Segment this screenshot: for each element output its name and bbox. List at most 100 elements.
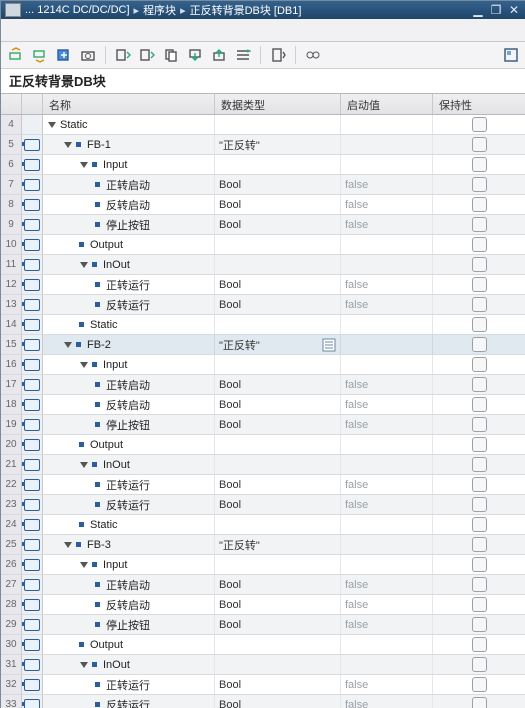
type-cell[interactable]: Bool — [215, 175, 341, 194]
retain-cell[interactable] — [433, 595, 525, 614]
retain-checkbox[interactable] — [472, 417, 487, 432]
retain-cell[interactable] — [433, 335, 525, 354]
retain-checkbox[interactable] — [472, 137, 487, 152]
init-cell[interactable] — [341, 655, 433, 674]
row-number[interactable]: 29 — [1, 615, 22, 634]
type-cell[interactable] — [215, 155, 341, 174]
name-cell[interactable]: InOut — [43, 455, 215, 474]
table-body[interactable]: 4Static5FB-1"正反转"6Input7正转启动Boolfalse8反转… — [1, 115, 525, 708]
init-cell[interactable] — [341, 355, 433, 374]
type-cell[interactable] — [215, 355, 341, 374]
table-row[interactable]: 15FB-2"正反转" — [1, 335, 525, 355]
init-cell[interactable] — [341, 515, 433, 534]
type-cell[interactable]: Bool — [215, 575, 341, 594]
row-number[interactable]: 8 — [1, 195, 22, 214]
table-row[interactable]: 5FB-1"正反转" — [1, 135, 525, 155]
table-row[interactable]: 31InOut — [1, 655, 525, 675]
type-cell[interactable]: "正反转" — [215, 335, 341, 354]
close-button[interactable]: ✕ — [506, 2, 522, 18]
row-number[interactable]: 10 — [1, 235, 22, 254]
name-cell[interactable]: FB-1 — [43, 135, 215, 154]
table-row[interactable]: 12正转运行Boolfalse — [1, 275, 525, 295]
init-cell[interactable]: false — [341, 295, 433, 314]
add-row-button[interactable] — [31, 46, 49, 64]
name-cell[interactable]: 停止按钮 — [43, 415, 215, 434]
retain-cell[interactable] — [433, 415, 525, 434]
type-picker-icon[interactable] — [322, 338, 336, 352]
name-cell[interactable]: 反转启动 — [43, 595, 215, 614]
expander-icon[interactable] — [63, 540, 73, 550]
type-cell[interactable]: "正反转" — [215, 135, 341, 154]
expander-icon[interactable] — [79, 660, 89, 670]
retain-checkbox[interactable] — [472, 177, 487, 192]
retain-checkbox[interactable] — [472, 457, 487, 472]
name-cell[interactable]: Input — [43, 555, 215, 574]
init-cell[interactable]: false — [341, 215, 433, 234]
expander-icon[interactable] — [79, 560, 89, 570]
retain-cell[interactable] — [433, 475, 525, 494]
minimize-button[interactable]: ▁ — [470, 2, 486, 18]
retain-checkbox[interactable] — [472, 497, 487, 512]
type-cell[interactable]: Bool — [215, 395, 341, 414]
retain-cell[interactable] — [433, 175, 525, 194]
table-row[interactable]: 22正转运行Boolfalse — [1, 475, 525, 495]
name-cell[interactable]: 停止按钮 — [43, 615, 215, 634]
expander-icon[interactable] — [79, 260, 89, 270]
init-cell[interactable]: false — [341, 415, 433, 434]
init-cell[interactable] — [341, 335, 433, 354]
table-row[interactable]: 19停止按钮Boolfalse — [1, 415, 525, 435]
init-cell[interactable] — [341, 155, 433, 174]
row-number[interactable]: 16 — [1, 355, 22, 374]
retain-checkbox[interactable] — [472, 517, 487, 532]
retain-cell[interactable] — [433, 675, 525, 694]
row-number[interactable]: 27 — [1, 575, 22, 594]
init-cell[interactable]: false — [341, 695, 433, 708]
retain-cell[interactable] — [433, 515, 525, 534]
monitor-button[interactable] — [304, 46, 322, 64]
init-cell[interactable]: false — [341, 175, 433, 194]
expander-icon[interactable] — [63, 140, 73, 150]
row-number[interactable]: 20 — [1, 435, 22, 454]
init-cell[interactable] — [341, 135, 433, 154]
download-button[interactable] — [186, 46, 204, 64]
titlebar-block[interactable]: 正反转背景DB块 [DB1] — [190, 2, 302, 18]
table-row[interactable]: 32正转运行Boolfalse — [1, 675, 525, 695]
type-cell[interactable]: Bool — [215, 375, 341, 394]
retain-cell[interactable] — [433, 315, 525, 334]
type-cell[interactable]: Bool — [215, 595, 341, 614]
titlebar-group[interactable]: 程序块 — [143, 2, 176, 18]
name-cell[interactable]: Static — [43, 515, 215, 534]
name-cell[interactable]: InOut — [43, 255, 215, 274]
name-cell[interactable]: Output — [43, 235, 215, 254]
retain-checkbox[interactable] — [472, 577, 487, 592]
row-number[interactable]: 32 — [1, 675, 22, 694]
retain-checkbox[interactable] — [472, 537, 487, 552]
type-cell[interactable] — [215, 435, 341, 454]
retain-checkbox[interactable] — [472, 257, 487, 272]
init-cell[interactable] — [341, 555, 433, 574]
name-cell[interactable]: 正转启动 — [43, 575, 215, 594]
row-number[interactable]: 24 — [1, 515, 22, 534]
row-number[interactable]: 7 — [1, 175, 22, 194]
name-cell[interactable]: Output — [43, 635, 215, 654]
type-cell[interactable] — [215, 315, 341, 334]
type-cell[interactable] — [215, 515, 341, 534]
retain-cell[interactable] — [433, 235, 525, 254]
row-number[interactable]: 15 — [1, 335, 22, 354]
name-cell[interactable]: 停止按钮 — [43, 215, 215, 234]
retain-checkbox[interactable] — [472, 337, 487, 352]
retain-cell[interactable] — [433, 195, 525, 214]
retain-checkbox[interactable] — [472, 197, 487, 212]
table-row[interactable]: 7正转启动Boolfalse — [1, 175, 525, 195]
row-number[interactable]: 4 — [1, 115, 22, 134]
init-cell[interactable]: false — [341, 395, 433, 414]
row-number[interactable]: 33 — [1, 695, 22, 708]
table-row[interactable]: 8反转启动Boolfalse — [1, 195, 525, 215]
name-cell[interactable]: Input — [43, 355, 215, 374]
name-cell[interactable]: 反转启动 — [43, 195, 215, 214]
table-row[interactable]: 20Output — [1, 435, 525, 455]
retain-checkbox[interactable] — [472, 617, 487, 632]
insert-row-button[interactable] — [7, 46, 25, 64]
retain-checkbox[interactable] — [472, 697, 487, 708]
table-row[interactable]: 28反转启动Boolfalse — [1, 595, 525, 615]
